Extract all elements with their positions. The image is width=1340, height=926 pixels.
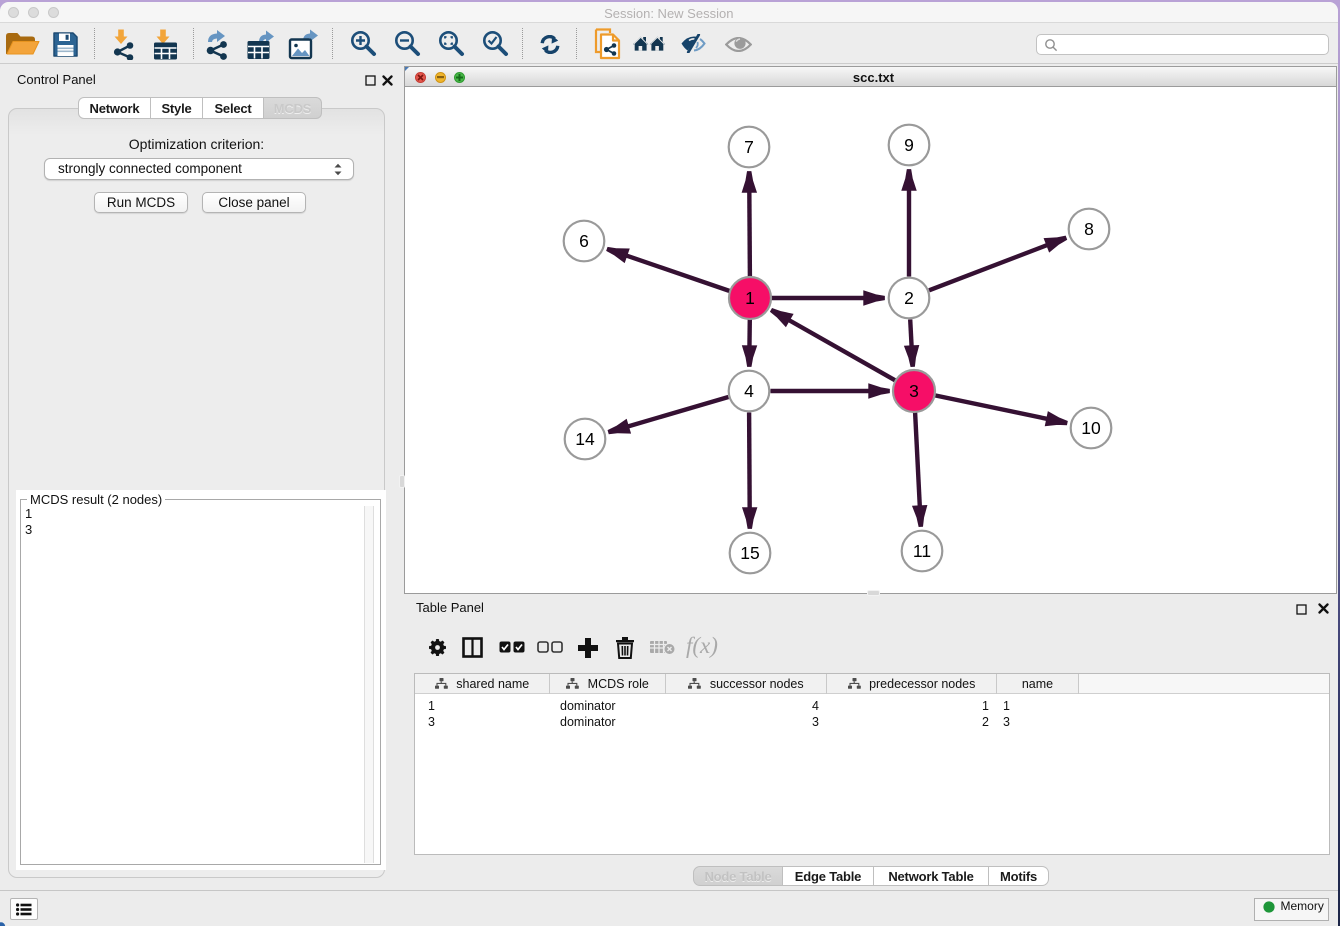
svg-text:7: 7 bbox=[744, 137, 754, 157]
svg-text:14: 14 bbox=[575, 429, 595, 449]
svg-text:8: 8 bbox=[1084, 219, 1094, 239]
svg-text:1: 1 bbox=[745, 288, 755, 308]
svg-text:15: 15 bbox=[740, 543, 759, 563]
svg-text:6: 6 bbox=[579, 231, 589, 251]
svg-text:11: 11 bbox=[913, 541, 931, 561]
svg-text:9: 9 bbox=[904, 135, 914, 155]
svg-text:4: 4 bbox=[744, 381, 754, 401]
svg-text:10: 10 bbox=[1081, 418, 1101, 438]
svg-text:2: 2 bbox=[904, 288, 914, 308]
svg-text:3: 3 bbox=[909, 381, 919, 401]
